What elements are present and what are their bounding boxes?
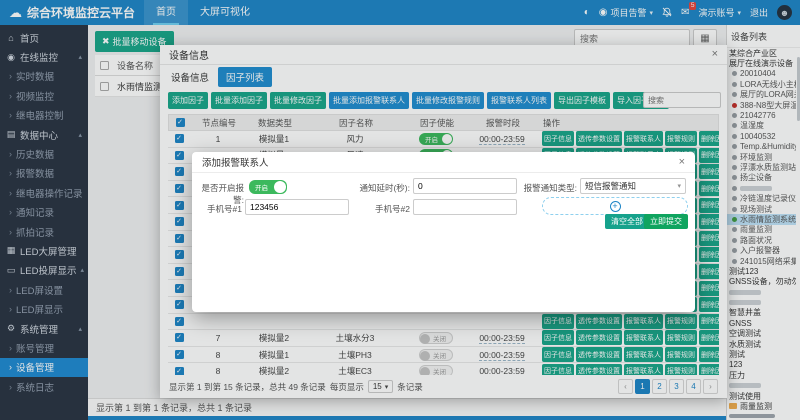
close-icon[interactable]: × <box>679 157 685 168</box>
add-alarm-contact-modal: 添加报警联系人 × 是否开启报警: 开启 通知延时(秒): 报警通知类型: 短信… <box>192 152 695 312</box>
phone2-input[interactable] <box>413 199 517 215</box>
modal-header: 添加报警联系人 × <box>192 152 695 173</box>
notify-delay-label: 通知延时(秒): <box>352 182 410 194</box>
clear-all-button[interactable]: 清空全部 <box>605 214 649 229</box>
chevron-down-icon: ▾ <box>677 182 681 190</box>
notify-delay-input[interactable] <box>413 178 517 194</box>
alarm-type-label: 报警通知类型: <box>517 182 577 194</box>
modal-title: 添加报警联系人 <box>202 155 269 169</box>
alarm-type-select[interactable]: 短信报警通知 ▾ <box>580 178 686 194</box>
submit-button[interactable]: 立即提交 <box>644 214 688 229</box>
phone2-label: 手机号#2 <box>362 203 410 215</box>
phone1-input[interactable] <box>245 199 349 215</box>
enable-alarm-toggle[interactable]: 开启 <box>249 180 287 194</box>
plus-icon: + <box>610 201 621 212</box>
phone1-label: 手机号#1 <box>194 203 242 215</box>
add-phone-dropzone[interactable]: + <box>542 197 688 215</box>
